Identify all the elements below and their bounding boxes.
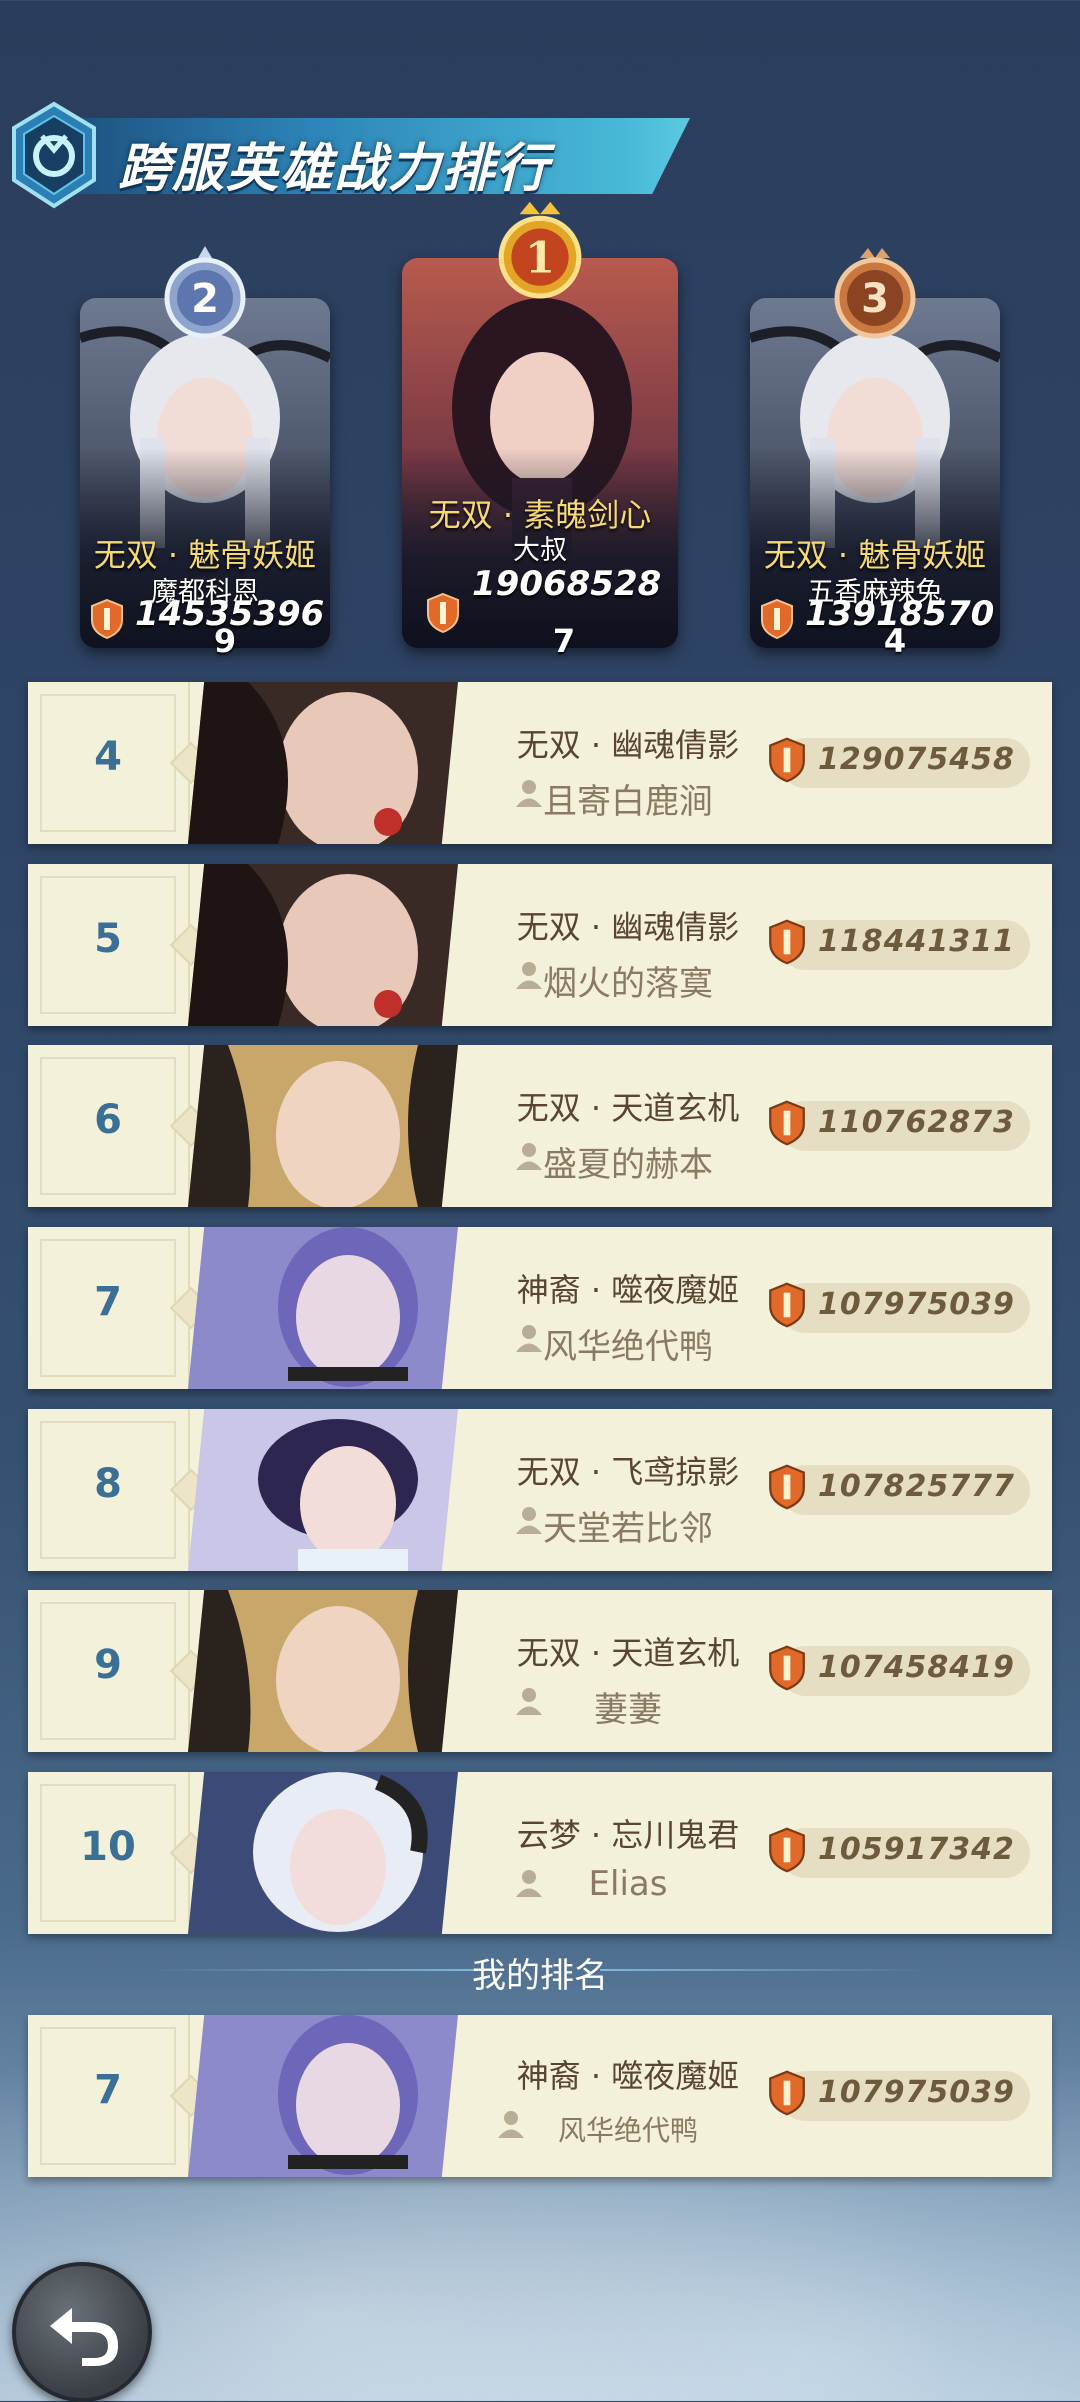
rank-number: 8: [94, 1461, 122, 1507]
back-arrow-icon: [50, 2308, 118, 2366]
podium-card-rank-1[interactable]: 无双 · 素魄剑心 大叔 19068528: [402, 258, 678, 648]
rank-number: 6: [94, 1097, 122, 1143]
ranking-row[interactable]: 6 无双 · 天道玄机 盛夏的赫本 110762873: [28, 1045, 1052, 1207]
power-value: 107458419: [818, 1650, 1015, 1685]
back-button[interactable]: [12, 2262, 152, 2402]
power-shield-icon: [761, 598, 793, 640]
player-name: 风华绝代鸭: [557, 2114, 698, 2147]
power-shield-icon: [769, 1464, 805, 1510]
rank-number: 7: [94, 2067, 122, 2113]
power-shield-icon: [769, 919, 805, 965]
ranking-row[interactable]: 5 无双 · 幽魂倩影 烟火的落寞 118441311: [28, 864, 1052, 1026]
rank-number: 7: [94, 1279, 122, 1325]
ranking-row[interactable]: 10 云梦 · 忘川鬼君 Elias 105917342: [28, 1772, 1052, 1934]
rank-2-medal-icon: 2: [164, 246, 246, 339]
power-value: 105917342: [818, 1832, 1015, 1867]
power-shield-icon: [769, 2070, 805, 2116]
podium-sub-2: 9: [213, 622, 237, 660]
player-name: 盛夏的赫本: [543, 1145, 713, 1185]
player-name: 大叔: [513, 535, 567, 566]
podium-card-rank-3[interactable]: 无双 · 魅骨妖姬 五香麻辣兔 13918570: [750, 298, 1000, 648]
power-shield-icon: [769, 1645, 805, 1691]
svg-text:2: 2: [191, 276, 219, 322]
power-shield-icon: [769, 737, 805, 783]
hero-portrait: [188, 2015, 458, 2177]
ranking-row[interactable]: 7 神裔 · 噬夜魔姬 风华绝代鸭 107975039: [28, 1227, 1052, 1389]
player-name: 天堂若比邻: [543, 1509, 713, 1549]
rank-number: 4: [94, 734, 122, 780]
my-rank-divider: 我的排名: [150, 1942, 930, 1998]
hero-name: 神裔 · 噬夜魔姬: [516, 2057, 740, 2095]
hero-portrait: [188, 682, 458, 844]
page-title: 跨服英雄战力排行: [118, 139, 551, 199]
hero-portrait: [188, 1590, 458, 1752]
svg-text:3: 3: [861, 276, 889, 322]
hero-portrait: [188, 1772, 458, 1934]
power-value: 107975039: [818, 1287, 1015, 1322]
hero-portrait: [188, 1409, 458, 1571]
hero-name: 云梦 · 忘川鬼君: [516, 1816, 740, 1854]
hero-name: 无双 · 幽魂倩影: [516, 726, 740, 764]
power-value: 110762873: [818, 1105, 1015, 1140]
ranking-row[interactable]: 8 无双 · 飞鸢掠影 天堂若比邻 107825777: [28, 1409, 1052, 1571]
ranking-row[interactable]: 4 无双 · 幽魂倩影 且寄白鹿涧 129075458: [28, 682, 1052, 844]
podium-sub-1: 7: [552, 622, 576, 660]
title-emblem-icon: [12, 101, 96, 209]
power-value: 107975039: [818, 2075, 1015, 2110]
player-name: 且寄白鹿涧: [543, 782, 713, 822]
power-value: 118441311: [818, 924, 1015, 959]
podium-card-rank-2[interactable]: 无双 · 魅骨妖姬 魔都科恩 14535396: [80, 298, 330, 648]
podium-sub-3: 4: [883, 622, 907, 660]
hero-name: 无双 · 飞鸢掠影: [516, 1453, 740, 1491]
player-name: Elias: [588, 1864, 668, 1904]
player-name: 风华绝代鸭: [543, 1327, 713, 1367]
power-value: 129075458: [818, 742, 1015, 777]
power-value: 107825777: [818, 1469, 1015, 1504]
hero-name: 无双 · 天道玄机: [516, 1089, 740, 1127]
rank-3-medal-icon: 3: [834, 248, 916, 339]
hero-name: 无双 · 天道玄机: [516, 1634, 740, 1672]
hero-name: 无双 · 幽魂倩影: [516, 908, 740, 946]
player-name: 烟火的落寞: [543, 964, 713, 1004]
hero-portrait: [188, 1227, 458, 1389]
my-rank-row[interactable]: 7 神裔 · 噬夜魔姬 风华绝代鸭 107975039: [28, 2015, 1052, 2177]
power-shield-icon: [769, 1282, 805, 1328]
svg-text:1: 1: [525, 233, 555, 283]
power-shield-icon: [769, 1100, 805, 1146]
rank-number: 5: [94, 916, 122, 962]
hero-portrait: [188, 864, 458, 1026]
title-banner: 跨服英雄战力排行: [0, 100, 700, 210]
rank-number: 9: [94, 1642, 122, 1688]
player-name: 萋萋: [594, 1690, 662, 1730]
power-shield-icon: [769, 1827, 805, 1873]
power-value: 19068528: [472, 564, 662, 604]
hero-portrait: [188, 1045, 458, 1207]
rank-1-medal-icon: 1: [498, 201, 582, 299]
power-shield-icon: [427, 592, 459, 634]
hero-name: 神裔 · 噬夜魔姬: [516, 1271, 740, 1309]
my-rank-label: 我的排名: [472, 1956, 608, 1996]
rank-number: 10: [80, 1824, 136, 1870]
power-shield-icon: [91, 598, 123, 640]
ranking-row[interactable]: 9 无双 · 天道玄机 萋萋 107458419: [28, 1590, 1052, 1752]
